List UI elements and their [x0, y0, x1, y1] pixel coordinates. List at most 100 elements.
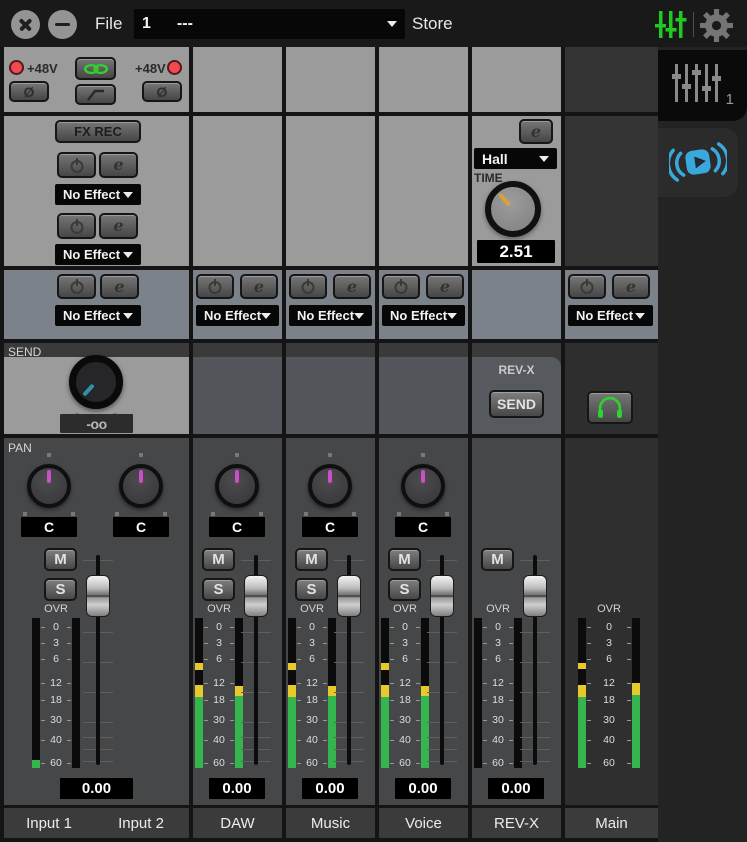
level-meter-music: OVR0361218304060 — [288, 603, 336, 773]
minimize-button[interactable] — [48, 10, 77, 39]
settings-gear-icon[interactable] — [699, 8, 734, 43]
music-effect-power-button[interactable] — [289, 274, 327, 299]
insert1-effect-dropdown[interactable]: No Effect — [55, 184, 141, 205]
main-effect-edit-button[interactable]: e — [612, 274, 650, 299]
highpass-filter-button[interactable] — [75, 84, 116, 105]
pan-value-daw[interactable]: C — [209, 517, 265, 537]
mute-button-voice[interactable]: M — [388, 548, 421, 571]
pan-knob-music[interactable] — [308, 464, 352, 508]
reverb-type-dropdown[interactable]: Hall — [474, 148, 557, 169]
channel-label-music: Music — [286, 815, 375, 832]
meter-bar — [288, 618, 296, 768]
reverb-time-knob[interactable] — [485, 181, 541, 237]
power-icon — [300, 278, 316, 295]
fader-cap[interactable] — [523, 575, 547, 617]
fader-value-music[interactable]: 0.00 — [302, 778, 358, 799]
mute-button-music[interactable]: M — [295, 548, 328, 571]
pan-value-input2[interactable]: C — [113, 517, 169, 537]
fader-daw[interactable] — [239, 553, 273, 768]
meter-bar — [474, 618, 482, 768]
voice-effect-dropdown[interactable]: No Effect — [382, 305, 465, 326]
fader-cap[interactable] — [337, 575, 361, 617]
pan-knob-voice[interactable] — [401, 464, 445, 508]
input-effect-dropdown[interactable]: No Effect — [55, 305, 141, 326]
solo-button-daw[interactable]: S — [202, 578, 235, 601]
fader-music[interactable] — [332, 553, 366, 768]
chevron-down-icon — [123, 252, 133, 258]
insert1-power-button[interactable] — [57, 152, 96, 178]
pan-value-music[interactable]: C — [302, 517, 358, 537]
main-effect-power-button[interactable] — [568, 274, 606, 299]
voice-effect-edit-button[interactable]: e — [426, 274, 464, 299]
stereo-link-button[interactable] — [75, 57, 116, 80]
power-icon — [393, 278, 409, 295]
solo-button-input[interactable]: S — [44, 578, 77, 601]
file-preset-dropdown[interactable]: 1 --- — [134, 9, 405, 39]
reverb-time-value[interactable]: 2.51 — [477, 240, 555, 263]
fader-value-voice[interactable]: 0.00 — [395, 778, 451, 799]
meter-scale-tick: 3 — [41, 637, 71, 649]
meter-ovr-label: OVR — [288, 603, 336, 615]
store-button[interactable]: Store — [412, 14, 453, 34]
music-effect-dropdown[interactable]: No Effect — [289, 305, 372, 326]
meter-scale-tick: 40 — [41, 734, 71, 746]
meter-scale-tick: 30 — [204, 714, 234, 726]
fader-cap[interactable] — [244, 575, 268, 617]
fader-value-input[interactable]: 0.00 — [60, 778, 133, 799]
phase-button-input1[interactable]: Ø — [9, 81, 49, 102]
fader-cap[interactable] — [430, 575, 454, 617]
fader-input[interactable] — [81, 553, 115, 768]
close-button[interactable] — [11, 10, 40, 39]
mute-button-input[interactable]: M — [44, 548, 77, 571]
highpass-filter-icon — [85, 87, 107, 102]
daw-effect-edit-button[interactable]: e — [240, 274, 278, 299]
headphone-monitor-button[interactable] — [587, 391, 633, 424]
mute-button-daw[interactable]: M — [202, 548, 235, 571]
voice-effect-power-button[interactable] — [382, 274, 420, 299]
insert2-edit-button[interactable]: e — [99, 213, 138, 239]
fader-cap[interactable] — [86, 575, 110, 617]
input-effect-power-button[interactable] — [57, 274, 96, 299]
input-send-knob[interactable] — [69, 355, 123, 409]
main-effect-dropdown[interactable]: No Effect — [568, 305, 653, 326]
music-settings-cell — [286, 47, 375, 112]
music-effect-edit-button[interactable]: e — [333, 274, 371, 299]
meter-scale-tick: 60 — [204, 757, 234, 769]
mute-button-revx[interactable]: M — [481, 548, 514, 571]
insert2-effect-dropdown[interactable]: No Effect — [55, 244, 141, 265]
chevron-down-icon — [123, 313, 133, 319]
tab-loopback-view[interactable] — [658, 128, 738, 197]
fader-revx[interactable] — [518, 553, 552, 768]
insert1-edit-button[interactable]: e — [99, 152, 138, 178]
pan-value-voice[interactable]: C — [395, 517, 451, 537]
tab-mixer-view[interactable]: 1 — [658, 50, 747, 121]
meter-scale-tick: 6 — [587, 653, 631, 665]
daw-effect-dropdown[interactable]: No Effect — [196, 305, 279, 326]
fader-value-daw[interactable]: 0.00 — [209, 778, 265, 799]
pan-knob-daw[interactable] — [215, 464, 259, 508]
chevron-down-icon — [539, 156, 549, 162]
preset-name: --- — [177, 15, 193, 33]
revx-edit-button[interactable]: e — [519, 119, 553, 144]
fx-rec-button[interactable]: FX REC — [55, 120, 141, 143]
file-label: File — [95, 14, 122, 34]
meter-scale-tick: 3 — [587, 637, 631, 649]
pan-knob-input2[interactable] — [119, 464, 163, 508]
music-insert-cell — [286, 116, 375, 266]
chevron-down-icon — [635, 313, 645, 319]
meter-scale-tick: 6 — [204, 653, 234, 665]
fader-value-revx[interactable]: 0.00 — [488, 778, 544, 799]
pan-value-input1[interactable]: C — [21, 517, 77, 537]
insert2-power-button[interactable] — [57, 213, 96, 239]
pan-knob-input1[interactable] — [27, 464, 71, 508]
phase-button-input2[interactable]: Ø — [142, 81, 182, 102]
meter-scale-tick: 30 — [297, 714, 327, 726]
input-send-value[interactable]: -oo — [60, 414, 133, 433]
solo-button-voice[interactable]: S — [388, 578, 421, 601]
input-effect-edit-button[interactable]: e — [100, 274, 139, 299]
fader-voice[interactable] — [425, 553, 459, 768]
revx-send-button[interactable]: SEND — [489, 390, 544, 418]
music-send-panel — [286, 357, 375, 434]
daw-effect-power-button[interactable] — [196, 274, 234, 299]
solo-button-music[interactable]: S — [295, 578, 328, 601]
